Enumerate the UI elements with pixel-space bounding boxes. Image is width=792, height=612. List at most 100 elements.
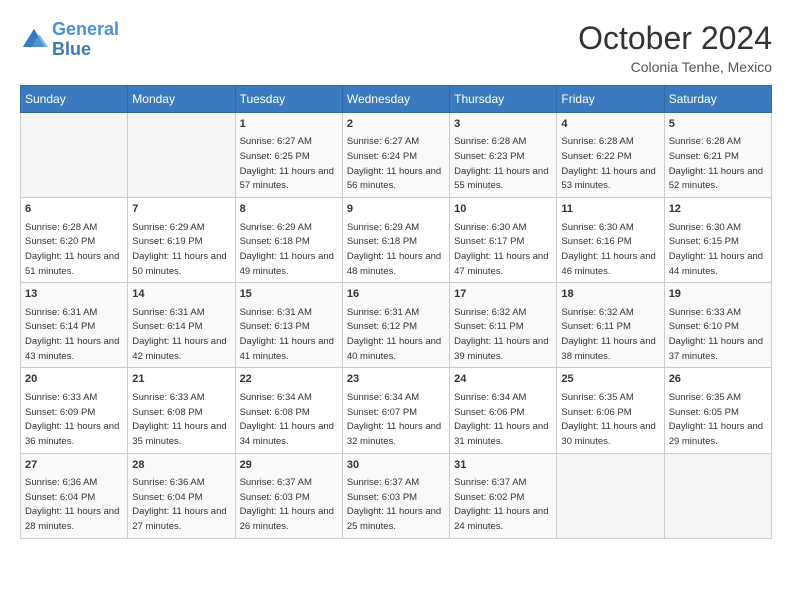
month-title: October 2024 [578,20,772,57]
calendar-cell: 22 Sunrise: 6:34 AMSunset: 6:08 PMDayligh… [235,368,342,453]
calendar-cell: 24 Sunrise: 6:34 AMSunset: 6:06 PMDayligh… [450,368,557,453]
day-info: Sunrise: 6:28 AMSunset: 6:20 PMDaylight:… [25,222,119,277]
day-number: 3 [454,117,552,132]
calendar-cell: 29 Sunrise: 6:37 AMSunset: 6:03 PMDayligh… [235,453,342,538]
day-number: 24 [454,372,552,387]
calendar-cell: 3 Sunrise: 6:28 AMSunset: 6:23 PMDaylight… [450,113,557,198]
day-number: 28 [132,458,230,473]
calendar-cell: 31 Sunrise: 6:37 AMSunset: 6:02 PMDayligh… [450,453,557,538]
logo: General Blue [20,20,119,60]
logo-text: General Blue [52,20,119,60]
day-number: 1 [240,117,338,132]
calendar-cell: 10 Sunrise: 6:30 AMSunset: 6:17 PMDayligh… [450,198,557,283]
day-number: 6 [25,202,123,217]
day-info: Sunrise: 6:31 AMSunset: 6:13 PMDaylight:… [240,307,334,362]
day-info: Sunrise: 6:36 AMSunset: 6:04 PMDaylight:… [132,477,226,532]
calendar-cell [664,453,771,538]
calendar-week-row: 20Sunrise: 6:33 AMSunset: 6:09 PMDayligh… [21,368,772,453]
day-info: Sunrise: 6:35 AMSunset: 6:05 PMDaylight:… [669,392,763,447]
calendar-week-row: 27 Sunrise: 6:36 AMSunset: 6:04 PMDayligh… [21,453,772,538]
day-info: Sunrise: 6:34 AMSunset: 6:06 PMDaylight:… [454,392,548,447]
calendar-cell: 2 Sunrise: 6:27 AMSunset: 6:24 PMDaylight… [342,113,449,198]
calendar-cell: 27Sunrise: 6:36 AMSunset: 6:04 PMDayligh… [21,453,128,538]
day-number: 15 [240,287,338,302]
calendar-cell: 18Sunrise: 6:32 AMSunset: 6:11 PMDayligh… [557,283,664,368]
calendar-cell: 19Sunrise: 6:33 AMSunset: 6:10 PMDayligh… [664,283,771,368]
day-number: 4 [561,117,659,132]
day-info: Sunrise: 6:31 AMSunset: 6:14 PMDaylight:… [25,307,119,362]
day-number: 31 [454,458,552,473]
day-info: Sunrise: 6:37 AMSunset: 6:02 PMDaylight:… [454,477,548,532]
logo-icon [20,26,48,54]
calendar-cell: 4 Sunrise: 6:28 AMSunset: 6:22 PMDaylight… [557,113,664,198]
calendar-cell: 30Sunrise: 6:37 AMSunset: 6:03 PMDayligh… [342,453,449,538]
calendar-cell: 6 Sunrise: 6:28 AMSunset: 6:20 PMDaylight… [21,198,128,283]
day-number: 13 [25,287,123,302]
calendar-cell [128,113,235,198]
day-number: 21 [132,372,230,387]
header-monday: Monday [128,86,235,113]
calendar-cell: 23Sunrise: 6:34 AMSunset: 6:07 PMDayligh… [342,368,449,453]
page-header: General Blue October 2024 Colonia Tenhe,… [20,20,772,75]
calendar-cell: 17 Sunrise: 6:32 AMSunset: 6:11 PMDayligh… [450,283,557,368]
day-number: 22 [240,372,338,387]
day-number: 8 [240,202,338,217]
day-info: Sunrise: 6:34 AMSunset: 6:08 PMDaylight:… [240,392,334,447]
calendar-cell: 25 Sunrise: 6:35 AMSunset: 6:06 PMDayligh… [557,368,664,453]
calendar-cell [21,113,128,198]
day-info: Sunrise: 6:30 AMSunset: 6:17 PMDaylight:… [454,222,548,277]
header-wednesday: Wednesday [342,86,449,113]
day-number: 27 [25,458,123,473]
day-number: 23 [347,372,445,387]
calendar-cell [557,453,664,538]
day-info: Sunrise: 6:31 AMSunset: 6:14 PMDaylight:… [132,307,226,362]
day-number: 7 [132,202,230,217]
calendar-cell: 1 Sunrise: 6:27 AMSunset: 6:25 PMDaylight… [235,113,342,198]
day-info: Sunrise: 6:28 AMSunset: 6:21 PMDaylight:… [669,136,763,191]
logo-line1: General [52,19,119,39]
day-info: Sunrise: 6:29 AMSunset: 6:19 PMDaylight:… [132,222,226,277]
header-friday: Friday [557,86,664,113]
day-info: Sunrise: 6:27 AMSunset: 6:24 PMDaylight:… [347,136,441,191]
header-tuesday: Tuesday [235,86,342,113]
calendar-header-row: SundayMondayTuesdayWednesdayThursdayFrid… [21,86,772,113]
day-info: Sunrise: 6:32 AMSunset: 6:11 PMDaylight:… [454,307,548,362]
calendar-cell: 11Sunrise: 6:30 AMSunset: 6:16 PMDayligh… [557,198,664,283]
day-number: 29 [240,458,338,473]
day-info: Sunrise: 6:37 AMSunset: 6:03 PMDaylight:… [240,477,334,532]
day-number: 12 [669,202,767,217]
day-number: 2 [347,117,445,132]
day-number: 25 [561,372,659,387]
calendar-cell: 28 Sunrise: 6:36 AMSunset: 6:04 PMDayligh… [128,453,235,538]
day-info: Sunrise: 6:29 AMSunset: 6:18 PMDaylight:… [240,222,334,277]
header-sunday: Sunday [21,86,128,113]
day-info: Sunrise: 6:33 AMSunset: 6:09 PMDaylight:… [25,392,119,447]
calendar-cell: 26Sunrise: 6:35 AMSunset: 6:05 PMDayligh… [664,368,771,453]
day-info: Sunrise: 6:35 AMSunset: 6:06 PMDaylight:… [561,392,655,447]
day-number: 17 [454,287,552,302]
day-info: Sunrise: 6:27 AMSunset: 6:25 PMDaylight:… [240,136,334,191]
header-thursday: Thursday [450,86,557,113]
calendar-cell: 14Sunrise: 6:31 AMSunset: 6:14 PMDayligh… [128,283,235,368]
day-number: 11 [561,202,659,217]
day-number: 16 [347,287,445,302]
calendar-cell: 20Sunrise: 6:33 AMSunset: 6:09 PMDayligh… [21,368,128,453]
day-number: 10 [454,202,552,217]
calendar-cell: 21Sunrise: 6:33 AMSunset: 6:08 PMDayligh… [128,368,235,453]
calendar-week-row: 6 Sunrise: 6:28 AMSunset: 6:20 PMDaylight… [21,198,772,283]
day-info: Sunrise: 6:32 AMSunset: 6:11 PMDaylight:… [561,307,655,362]
logo-line2: Blue [52,39,91,59]
calendar-cell: 5Sunrise: 6:28 AMSunset: 6:21 PMDaylight… [664,113,771,198]
calendar-cell: 12 Sunrise: 6:30 AMSunset: 6:15 PMDayligh… [664,198,771,283]
day-number: 30 [347,458,445,473]
header-saturday: Saturday [664,86,771,113]
calendar-table: SundayMondayTuesdayWednesdayThursdayFrid… [20,85,772,539]
calendar-cell: 13 Sunrise: 6:31 AMSunset: 6:14 PMDayligh… [21,283,128,368]
day-number: 9 [347,202,445,217]
day-info: Sunrise: 6:28 AMSunset: 6:23 PMDaylight:… [454,136,548,191]
calendar-week-row: 13 Sunrise: 6:31 AMSunset: 6:14 PMDayligh… [21,283,772,368]
day-info: Sunrise: 6:30 AMSunset: 6:15 PMDaylight:… [669,222,763,277]
day-number: 19 [669,287,767,302]
calendar-week-row: 1 Sunrise: 6:27 AMSunset: 6:25 PMDaylight… [21,113,772,198]
day-info: Sunrise: 6:28 AMSunset: 6:22 PMDaylight:… [561,136,655,191]
